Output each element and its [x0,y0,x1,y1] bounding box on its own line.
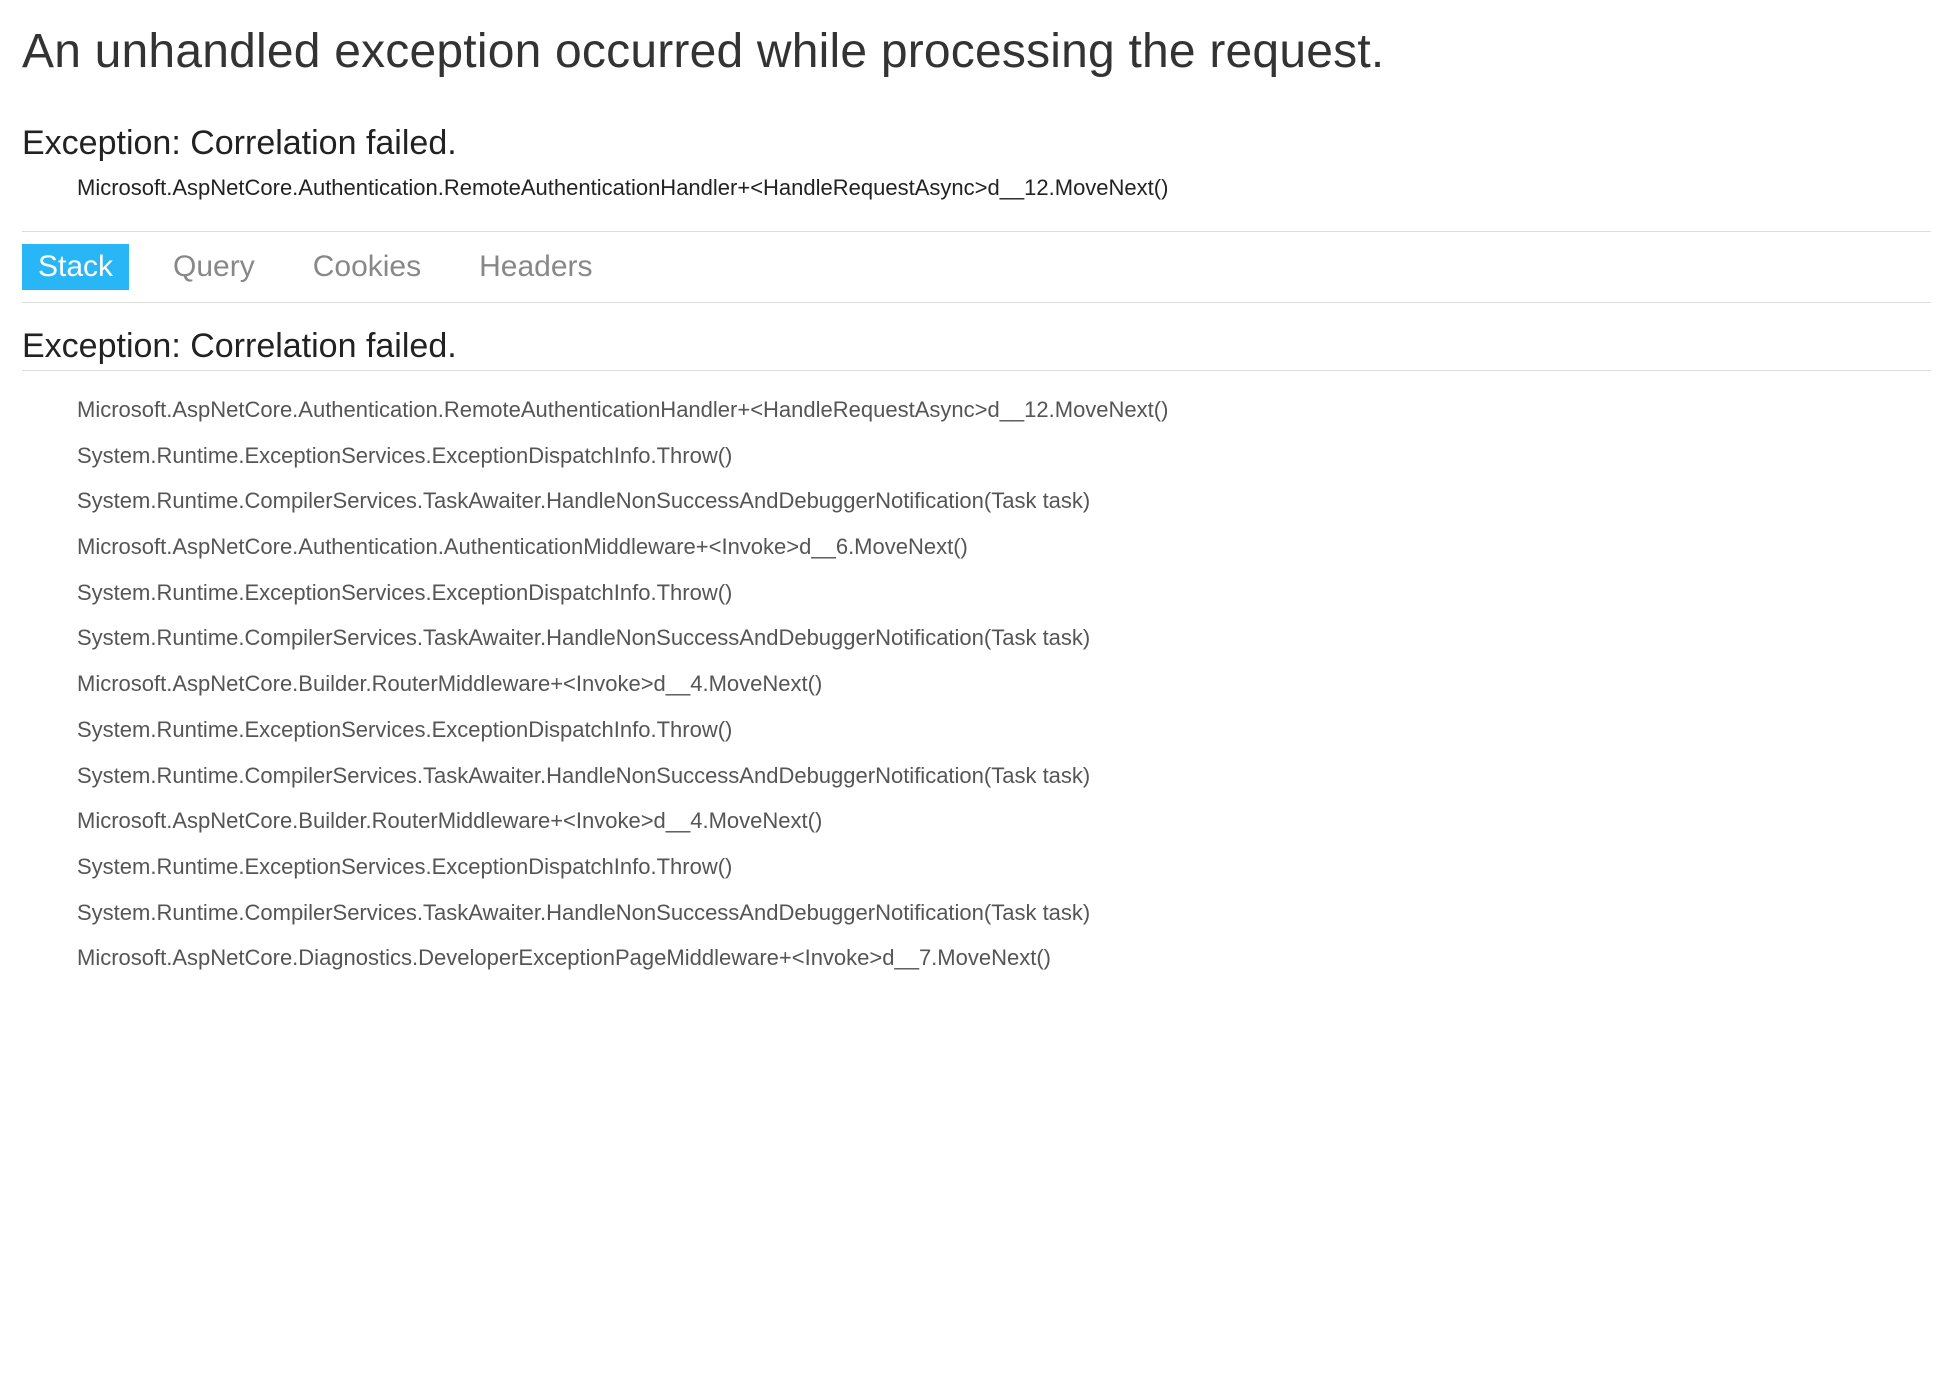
tab-bar: Stack Query Cookies Headers [22,244,1931,290]
tab-cookies[interactable]: Cookies [299,244,435,290]
stack-frame[interactable]: System.Runtime.CompilerServices.TaskAwai… [77,615,1931,661]
stack-frame[interactable]: System.Runtime.ExceptionServices.Excepti… [77,844,1931,890]
divider-top [22,231,1931,232]
stack-frame[interactable]: Microsoft.AspNetCore.Authentication.Remo… [77,387,1931,433]
stack-frame[interactable]: Microsoft.AspNetCore.Builder.RouterMiddl… [77,661,1931,707]
divider-tabs [22,302,1931,303]
exception-type: Exception: Correlation failed. [22,124,1931,163]
tab-stack[interactable]: Stack [22,244,129,290]
tab-headers[interactable]: Headers [465,244,606,290]
stack-frame[interactable]: System.Runtime.ExceptionServices.Excepti… [77,707,1931,753]
page-title: An unhandled exception occurred while pr… [22,24,1931,79]
stack-frame[interactable]: Microsoft.AspNetCore.Authentication.Auth… [77,524,1931,570]
stack-frames-list: Microsoft.AspNetCore.Authentication.Remo… [77,387,1931,981]
stack-frame[interactable]: Microsoft.AspNetCore.Diagnostics.Develop… [77,935,1931,981]
stack-frame[interactable]: System.Runtime.ExceptionServices.Excepti… [77,433,1931,479]
stack-frame[interactable]: System.Runtime.CompilerServices.TaskAwai… [77,753,1931,799]
divider-stack-heading [22,370,1931,371]
stack-exception-heading: Exception: Correlation failed. [22,327,1931,366]
stack-frame[interactable]: System.Runtime.ExceptionServices.Excepti… [77,570,1931,616]
exception-summary: Exception: Correlation failed. Microsoft… [22,124,1931,201]
stack-frame[interactable]: System.Runtime.CompilerServices.TaskAwai… [77,890,1931,936]
tab-query[interactable]: Query [159,244,269,290]
exception-source: Microsoft.AspNetCore.Authentication.Remo… [77,175,1931,201]
stack-frame[interactable]: Microsoft.AspNetCore.Builder.RouterMiddl… [77,798,1931,844]
stack-frame[interactable]: System.Runtime.CompilerServices.TaskAwai… [77,478,1931,524]
